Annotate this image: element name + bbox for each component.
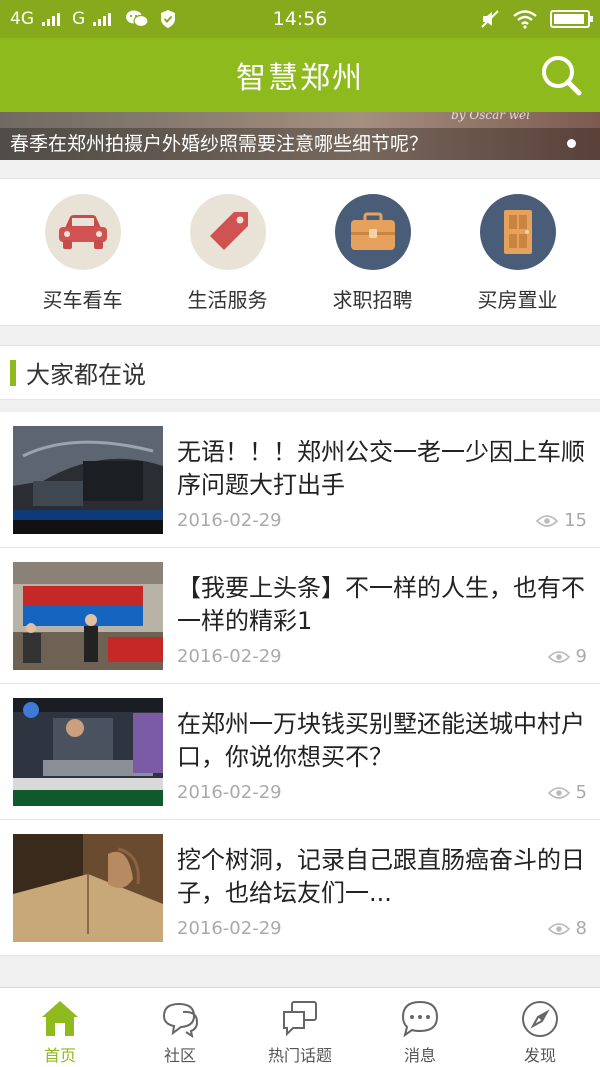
news-title: 【我要上头条】不一样的人生，也有不一样的精彩1 <box>177 574 585 635</box>
category-house[interactable]: 买房置业 <box>445 179 590 325</box>
news-item[interactable]: 无语！！！郑州公交一老一少因上车顺序问题大打出手 2016-02-29 15 <box>0 412 600 548</box>
category-life-service[interactable]: 生活服务 <box>155 179 300 325</box>
section-title: 大家都在说 <box>26 361 146 389</box>
news-thumbnail <box>13 698 163 806</box>
news-date: 2016-02-29 <box>177 646 282 667</box>
door-icon <box>479 194 556 270</box>
battery-icon <box>550 10 593 28</box>
topic-bubbles-icon <box>283 1001 317 1037</box>
news-date: 2016-02-29 <box>177 918 282 939</box>
status-bar-left: 4G G <box>10 9 177 29</box>
category-label: 求职招聘 <box>332 288 413 312</box>
tab-messages[interactable]: 消息 <box>360 988 480 1067</box>
search-icon[interactable] <box>538 52 584 98</box>
eye-icon <box>536 514 559 527</box>
news-thumbnail <box>13 426 163 534</box>
bottom-tab-bar: 首页 社区 热门话题 消息 发现 <box>0 987 600 1067</box>
section-accent-bar <box>10 359 16 386</box>
news-views: 15 <box>536 510 587 531</box>
category-label: 买车看车 <box>42 288 123 312</box>
banner-decor-text: by Oscar wei <box>451 112 530 122</box>
tab-label: 热门话题 <box>267 1046 332 1065</box>
network-type-1: 4G <box>10 9 34 29</box>
news-item[interactable]: 挖个树洞，记录自己跟直肠癌奋斗的日子，也给坛友们一... 2016-02-29 … <box>0 820 600 956</box>
news-item[interactable]: 在郑州一万块钱买别墅还能送城中村户口，你说你想买不？ 2016-02-29 5 <box>0 684 600 820</box>
eye-icon <box>547 922 570 935</box>
view-count: 5 <box>575 782 587 803</box>
tag-icon <box>189 194 266 270</box>
briefcase-icon <box>334 194 411 270</box>
signal-bars-icon-2 <box>93 12 112 26</box>
banner-carousel[interactable]: by Oscar wei 春季在郑州拍摄户外婚纱照需要注意哪些细节呢？ <box>0 112 600 160</box>
category-jobs[interactable]: 求职招聘 <box>300 179 445 325</box>
news-title: 在郑州一万块钱买别墅还能送城中村户口，你说你想买不？ <box>177 710 585 771</box>
car-icon <box>44 194 121 270</box>
category-car[interactable]: 买车看车 <box>10 179 155 325</box>
category-grid: 买车看车 生活服务 求职招聘 买房置业 <box>0 178 600 326</box>
tab-label: 消息 <box>403 1046 436 1065</box>
tab-label: 社区 <box>163 1046 196 1065</box>
view-count: 15 <box>564 510 587 531</box>
news-title: 无语！！！郑州公交一老一少因上车顺序问题大打出手 <box>177 438 585 499</box>
shield-check-icon <box>161 10 176 28</box>
compass-icon <box>522 1001 558 1037</box>
chat-bubbles-icon <box>162 1002 199 1039</box>
category-label: 生活服务 <box>187 288 268 312</box>
eye-icon <box>547 786 570 799</box>
home-icon <box>42 1001 78 1036</box>
app-title: 智慧郑州 <box>236 61 364 96</box>
mute-icon <box>481 10 499 28</box>
carousel-indicator <box>567 139 576 148</box>
news-thumbnail <box>13 834 163 942</box>
app-bar: 智慧郑州 <box>0 38 600 112</box>
category-label: 买房置业 <box>477 288 558 312</box>
eye-icon <box>547 650 570 663</box>
network-type-2: G <box>72 9 86 29</box>
tab-hot-topics[interactable]: 热门话题 <box>240 988 360 1067</box>
tab-label: 发现 <box>523 1046 556 1065</box>
news-title: 挖个树洞，记录自己跟直肠癌奋斗的日子，也给坛友们一... <box>177 846 585 907</box>
news-date: 2016-02-29 <box>177 510 282 531</box>
status-bar-right <box>480 9 593 29</box>
tab-home[interactable]: 首页 <box>0 988 120 1067</box>
view-count: 8 <box>575 918 587 939</box>
news-item[interactable]: 【我要上头条】不一样的人生，也有不一样的精彩1 2016-02-29 9 <box>0 548 600 684</box>
news-date: 2016-02-29 <box>177 782 282 803</box>
tab-community[interactable]: 社区 <box>120 988 240 1067</box>
wifi-icon <box>513 10 537 29</box>
news-list: 无语！！！郑州公交一老一少因上车顺序问题大打出手 2016-02-29 15 【… <box>0 412 600 956</box>
wechat-icon <box>126 10 149 28</box>
signal-bars-icon <box>42 12 60 26</box>
news-views: 8 <box>547 918 587 939</box>
banner-caption: 春季在郑州拍摄户外婚纱照需要注意哪些细节呢？ <box>0 128 600 160</box>
news-views: 5 <box>547 782 587 803</box>
message-icon <box>401 1000 439 1038</box>
news-views: 9 <box>547 646 587 667</box>
view-count: 9 <box>575 646 587 667</box>
section-header: 大家都在说 <box>0 345 600 400</box>
tab-discover[interactable]: 发现 <box>480 988 600 1067</box>
status-bar: 4G G 14:56 <box>0 0 600 38</box>
news-thumbnail <box>13 562 163 670</box>
tab-label: 首页 <box>43 1046 76 1065</box>
